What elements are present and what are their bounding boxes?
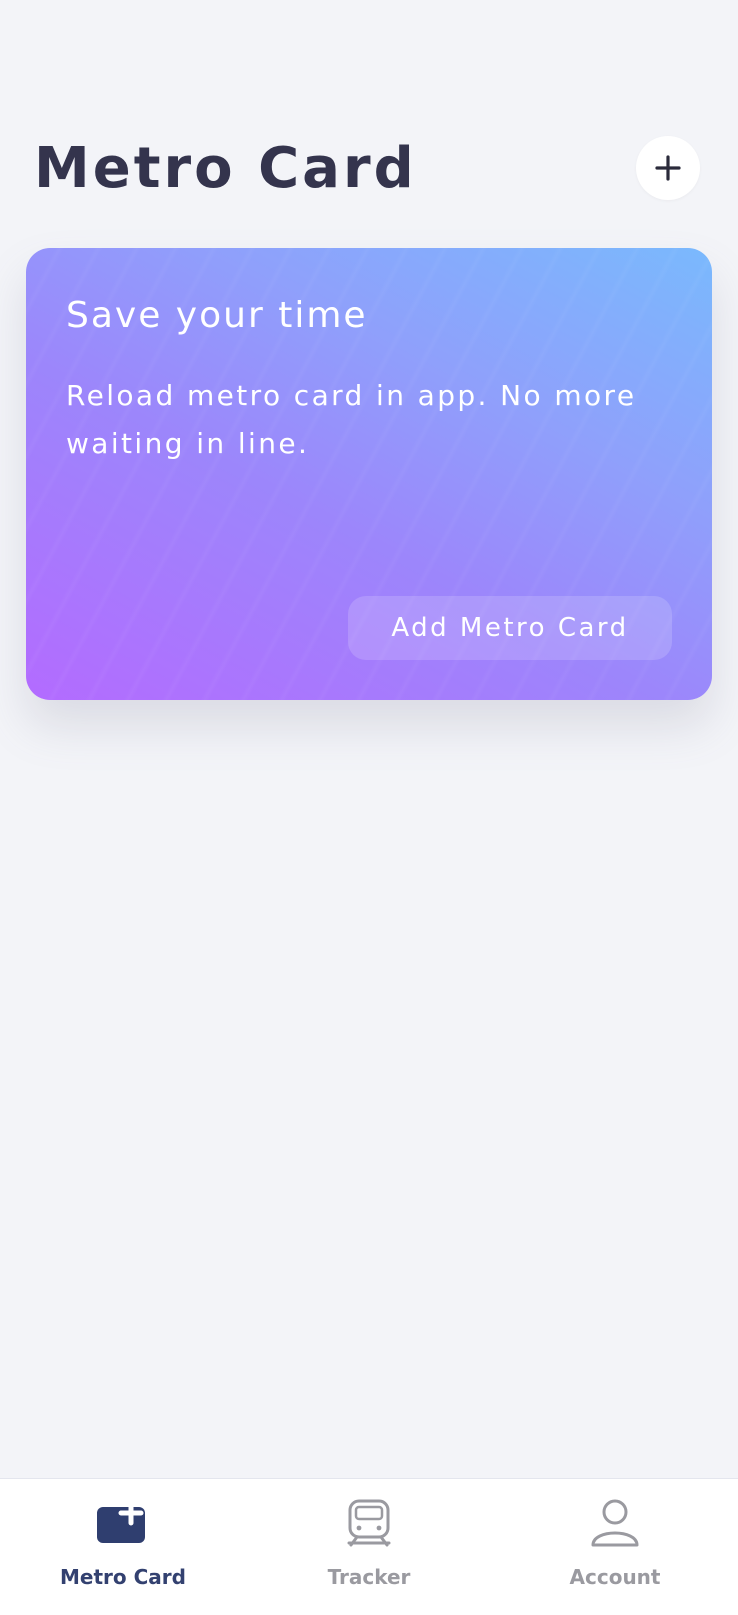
- header: Metro Card: [34, 136, 704, 206]
- tab-label-metro-card: Metro Card: [60, 1565, 186, 1589]
- promo-description: Reload metro card in app. No more waitin…: [66, 379, 637, 460]
- metro-card-icon: [97, 1500, 145, 1543]
- user-icon: [591, 1499, 639, 1547]
- promo-title: Save your time: [66, 295, 368, 336]
- promo-card: Save your time Reload metro card in app.…: [26, 248, 712, 700]
- add-button[interactable]: [636, 136, 700, 200]
- tab-label-tracker: Tracker: [327, 1565, 411, 1589]
- tab-metro-card[interactable]: Metro Card: [0, 1479, 246, 1615]
- train-icon: [347, 1499, 391, 1547]
- add-metro-card-button[interactable]: Add Metro Card: [348, 596, 672, 660]
- tab-label-account: Account: [569, 1565, 661, 1589]
- tab-account[interactable]: Account: [492, 1479, 738, 1615]
- page-title: Metro Card: [34, 136, 417, 201]
- tab-tracker[interactable]: Tracker: [246, 1479, 492, 1615]
- plus-icon: [655, 155, 681, 181]
- tab-bar: Metro Card Tracker Account: [0, 1478, 738, 1615]
